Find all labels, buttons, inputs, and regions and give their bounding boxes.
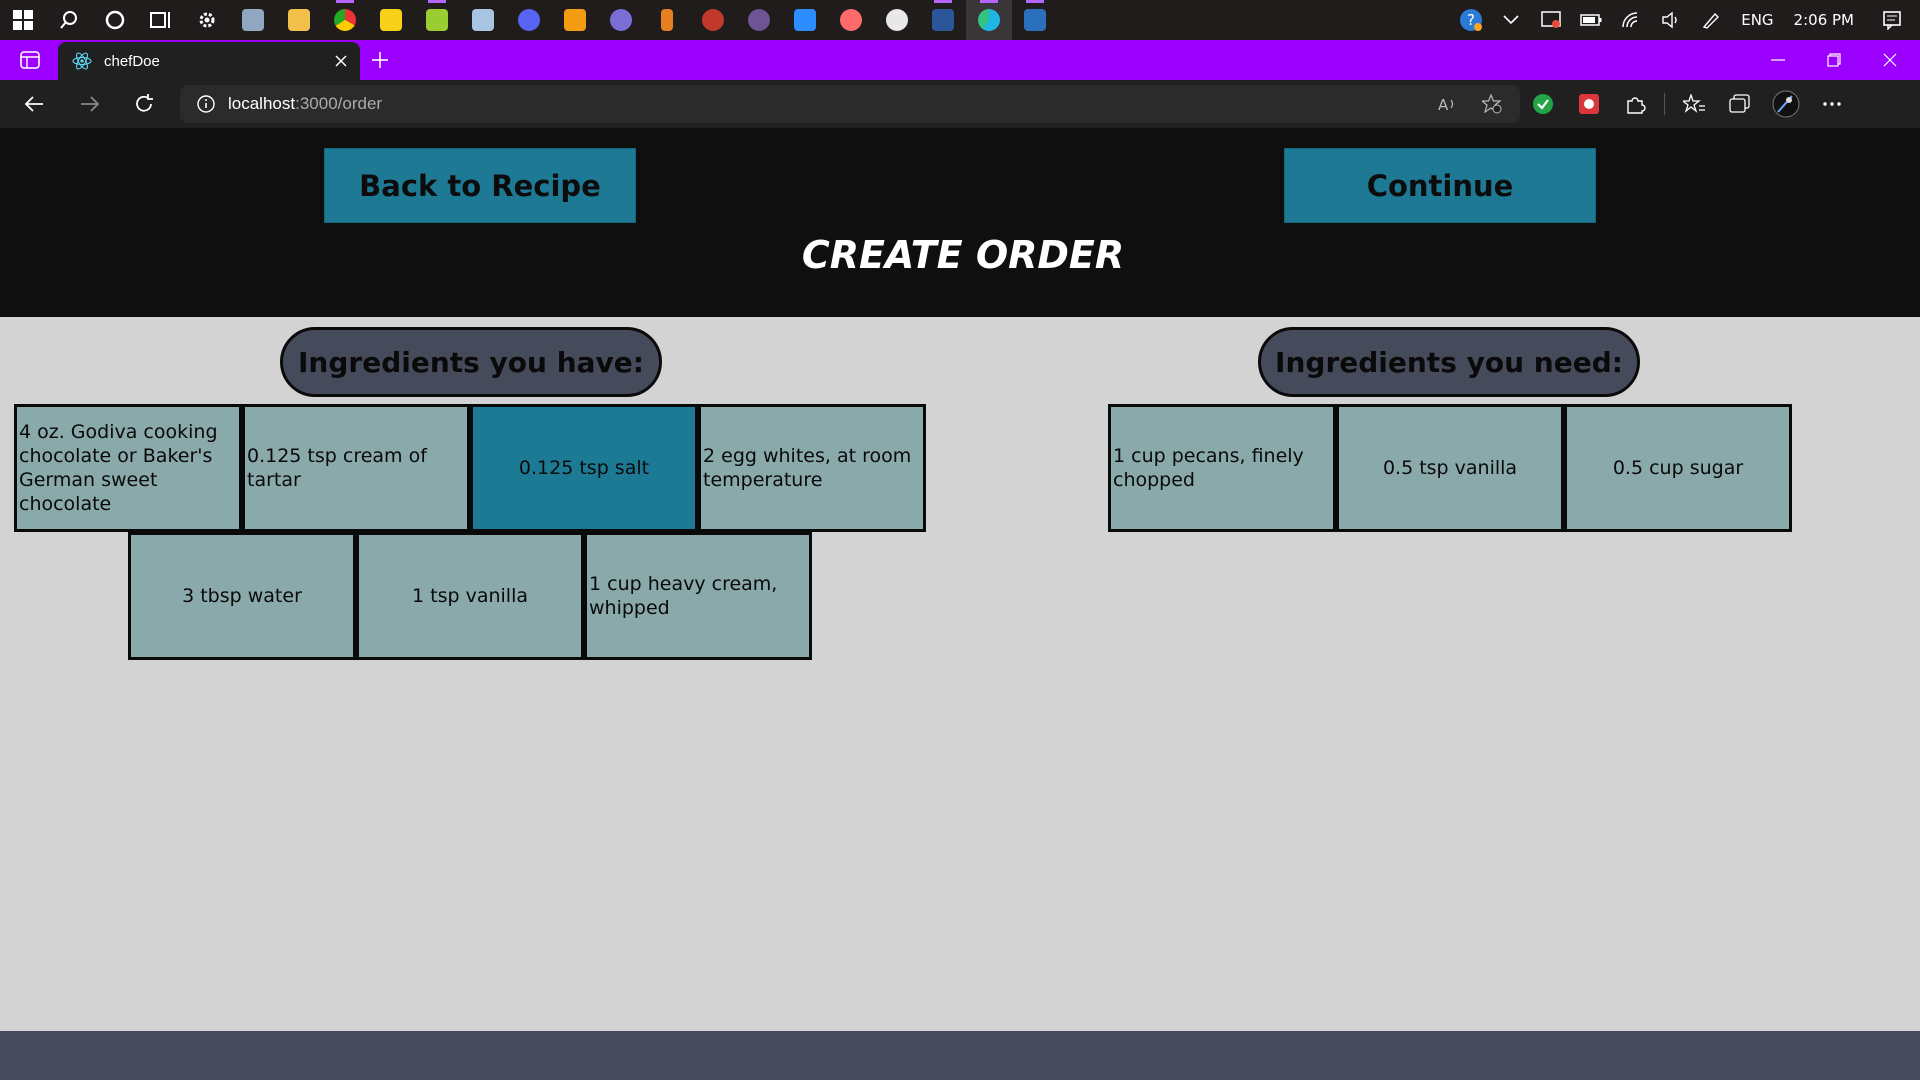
have-ingredient-card[interactable]: 1 tsp vanilla <box>356 532 584 660</box>
clock[interactable]: 2:06 PM <box>1784 11 1864 29</box>
powershell-icon[interactable] <box>1012 0 1058 40</box>
page-header: Back to Recipe Continue CREATE ORDER <box>0 129 1920 317</box>
extension-check-icon[interactable] <box>1520 80 1566 128</box>
continue-button[interactable]: Continue <box>1284 148 1596 223</box>
notepad-plus-icon[interactable] <box>414 0 460 40</box>
chrome-icon[interactable] <box>322 0 368 40</box>
file-explorer-icon[interactable] <box>276 0 322 40</box>
close-tab-icon[interactable] <box>326 46 356 76</box>
ingredients-have-header: Ingredients you have: <box>280 327 662 397</box>
browser-tab-bar: chefDoe <box>0 40 1920 80</box>
help-icon[interactable]: ? <box>1451 0 1491 40</box>
app-orb-icon[interactable] <box>598 0 644 40</box>
battery-icon[interactable] <box>1571 0 1611 40</box>
settings-gear-icon[interactable] <box>184 0 230 40</box>
sticky-notes-icon[interactable] <box>368 0 414 40</box>
chevron-up-icon[interactable] <box>1491 0 1531 40</box>
search-icon[interactable] <box>46 0 92 40</box>
ingredients-need-header: Ingredients you need: <box>1258 327 1640 397</box>
wifi-icon[interactable] <box>1611 0 1651 40</box>
zoom-icon[interactable] <box>782 0 828 40</box>
extensions-puzzle-icon[interactable] <box>1612 80 1658 128</box>
forward-arrow-icon[interactable] <box>70 86 110 122</box>
collections-icon[interactable] <box>1717 80 1763 128</box>
address-toolbar: localhost:3000/order A <box>0 80 1920 129</box>
svg-text:A: A <box>1438 96 1449 112</box>
have-ingredient-card[interactable]: 0.125 tsp salt <box>470 404 698 532</box>
windows-start-icon[interactable] <box>0 0 46 40</box>
sublime-text-icon[interactable] <box>552 0 598 40</box>
url-host: localhost <box>228 94 296 113</box>
have-ingredient-card[interactable]: 0.125 tsp cream of tartar <box>242 404 470 532</box>
react-logo-icon <box>72 51 92 71</box>
word-icon[interactable] <box>920 0 966 40</box>
app-orange-icon[interactable] <box>644 0 690 40</box>
app-blue-icon[interactable] <box>460 0 506 40</box>
extension-red-icon[interactable] <box>1566 80 1612 128</box>
windows-taskbar: ? ENG 2:06 PM <box>0 0 1920 40</box>
app-cloud-icon[interactable] <box>874 0 920 40</box>
url-bar[interactable]: localhost:3000/order A <box>180 85 1520 123</box>
github-icon[interactable] <box>736 0 782 40</box>
language-indicator[interactable]: ENG <box>1731 11 1783 29</box>
photos-app-icon[interactable] <box>230 0 276 40</box>
page-title: CREATE ORDER <box>801 233 1125 277</box>
browser-tab[interactable]: chefDoe <box>58 42 360 80</box>
have-ingredient-card[interactable]: 3 tbsp water <box>128 532 356 660</box>
refresh-icon[interactable] <box>124 86 164 122</box>
task-view-icon[interactable] <box>138 0 184 40</box>
need-ingredient-card[interactable]: 1 cup pecans, finely chopped <box>1108 404 1336 532</box>
have-ingredient-card[interactable]: 4 oz. Godiva cooking chocolate or Baker'… <box>14 404 242 532</box>
order-page: Back to Recipe Continue CREATE ORDER Ing… <box>0 129 1920 1031</box>
need-ingredient-card[interactable]: 0.5 cup sugar <box>1564 404 1792 532</box>
have-ingredient-card[interactable]: 2 egg whites, at room temperature <box>698 404 926 532</box>
add-favorite-icon[interactable] <box>1470 85 1514 123</box>
toolbar-divider <box>1664 93 1665 115</box>
notifications-icon[interactable] <box>1864 0 1920 40</box>
security-tray-icon[interactable] <box>1531 0 1571 40</box>
url-text[interactable]: localhost:3000/order <box>228 94 382 114</box>
svg-text:?: ? <box>1467 11 1475 29</box>
edge-icon[interactable] <box>966 0 1012 40</box>
new-tab-icon[interactable] <box>364 46 396 74</box>
have-ingredient-card[interactable]: 1 cup heavy cream, whipped <box>584 532 812 660</box>
tab-title: chefDoe <box>104 52 160 70</box>
pen-icon[interactable] <box>1691 0 1731 40</box>
cortana-icon[interactable] <box>92 0 138 40</box>
app-flame-icon[interactable] <box>828 0 874 40</box>
discord-icon[interactable] <box>506 0 552 40</box>
back-arrow-icon[interactable] <box>14 86 54 122</box>
need-ingredient-card[interactable]: 0.5 tsp vanilla <box>1336 404 1564 532</box>
profile-avatar[interactable] <box>1763 80 1809 128</box>
read-aloud-icon[interactable]: A <box>1426 85 1470 123</box>
favorites-icon[interactable] <box>1671 80 1717 128</box>
back-to-recipe-button[interactable]: Back to Recipe <box>324 148 636 223</box>
app-spider-icon[interactable] <box>690 0 736 40</box>
page-footer-band <box>0 1031 1920 1080</box>
volume-icon[interactable] <box>1651 0 1691 40</box>
url-path: :3000/order <box>295 94 383 113</box>
site-info-icon[interactable] <box>188 95 224 113</box>
minimize-icon[interactable] <box>1750 40 1806 80</box>
tab-actions-icon[interactable] <box>10 46 50 74</box>
more-options-icon[interactable] <box>1809 80 1855 128</box>
restore-icon[interactable] <box>1806 40 1862 80</box>
close-window-icon[interactable] <box>1862 40 1918 80</box>
